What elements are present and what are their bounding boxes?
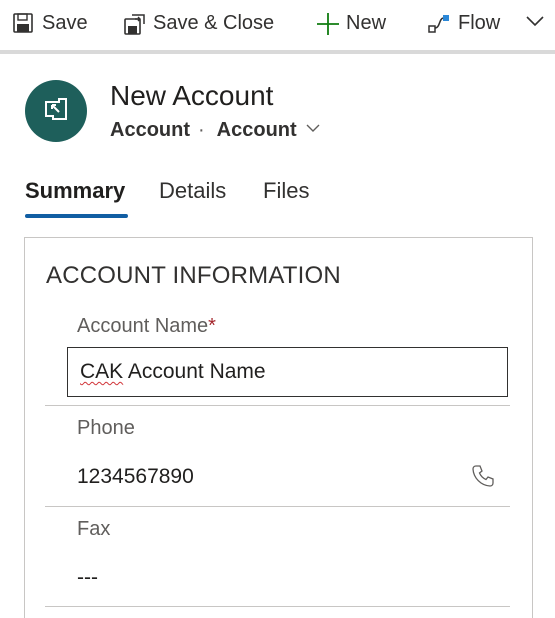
chevron-down-icon (305, 119, 321, 142)
phone-value[interactable]: 1234567890 (77, 465, 194, 489)
phone-icon[interactable] (471, 464, 495, 488)
spellcheck-word: CAK (80, 360, 124, 383)
active-tab-indicator (25, 214, 128, 218)
phone-label: Phone (77, 417, 135, 439)
separator-dot: · (198, 119, 205, 141)
flow-button[interactable]: Flow (428, 0, 500, 46)
command-bar-divider (0, 50, 555, 54)
save-and-close-button[interactable]: Save & Close (123, 0, 274, 46)
tab-files[interactable]: Files (263, 178, 309, 204)
required-marker: * (208, 315, 216, 337)
more-commands-chevron-icon[interactable] (524, 10, 546, 32)
entity-name: Account (110, 119, 190, 141)
save-and-close-label: Save & Close (153, 11, 275, 34)
field-divider (45, 405, 510, 406)
fax-value[interactable]: --- (77, 566, 98, 590)
account-name-value: CAK Account Name (80, 360, 266, 384)
section-title: ACCOUNT INFORMATION (46, 262, 341, 289)
save-and-close-icon (123, 12, 145, 35)
record-subtitle: Account · Account (110, 119, 321, 142)
new-button[interactable]: New (316, 0, 386, 46)
account-name-value-rest: Account Name (123, 360, 266, 383)
form-selector[interactable]: Account (217, 119, 321, 142)
command-bar: Save Save & Close New Flow (0, 0, 555, 50)
tab-summary[interactable]: Summary (25, 178, 125, 204)
tab-details[interactable]: Details (159, 178, 226, 204)
account-name-label: Account Name* (77, 315, 216, 338)
plus-icon (316, 12, 339, 35)
save-button[interactable]: Save (12, 0, 88, 46)
account-name-input[interactable]: CAK Account Name (67, 347, 508, 397)
flow-label: Flow (458, 11, 501, 34)
field-divider (45, 506, 510, 507)
save-label: Save (42, 11, 88, 34)
flow-icon (428, 12, 450, 34)
entity-avatar (25, 80, 87, 142)
save-icon (12, 12, 34, 34)
form-selector-label: Account (216, 119, 297, 141)
account-name-label-text: Account Name (77, 315, 209, 337)
account-information-section: ACCOUNT INFORMATION Account Name* CAK Ac… (24, 237, 533, 618)
account-entity-icon (43, 96, 69, 127)
new-label: New (346, 11, 387, 34)
record-title: New Account (110, 80, 274, 111)
fax-label: Fax (77, 518, 111, 540)
